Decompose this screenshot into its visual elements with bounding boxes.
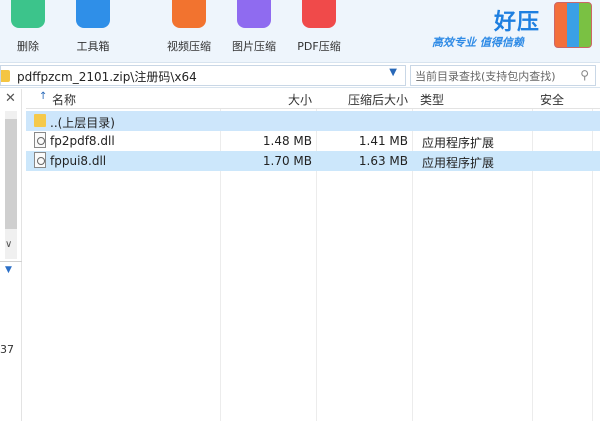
sort-up-icon: ↑: [39, 91, 48, 102]
table-row[interactable]: ..(上层目录): [26, 111, 600, 131]
path-field[interactable]: pdffpzcm_2101.zip\注册码\x64 ▼: [0, 65, 406, 86]
brand-title: 好压: [494, 10, 541, 35]
brand-logo: 好压 高效专业 值得信赖: [430, 0, 600, 58]
row-size: 1.48 MB: [262, 134, 312, 148]
scrollbar-thumb[interactable]: [5, 119, 17, 229]
close-icon[interactable]: ✕: [5, 91, 16, 106]
delete-label: 删除: [17, 40, 39, 53]
image-compress-label: 图片压缩: [232, 40, 276, 53]
toolbox-icon: [76, 0, 110, 28]
video-play-icon: [172, 0, 206, 28]
row-packed-size: 1.41 MB: [358, 134, 408, 148]
row-name: ..(上层目录): [50, 116, 115, 130]
table-row[interactable]: fp2pdf8.dll 1.48 MB 1.41 MB 应用程序扩展: [26, 131, 600, 151]
image-icon: [237, 0, 271, 28]
path-text: pdffpzcm_2101.zip\注册码\x64: [17, 70, 197, 84]
left-panel-number: 37: [0, 343, 14, 356]
left-panel: ✕ ∨ ▼ 37: [0, 89, 22, 421]
row-type: 应用程序扩展: [422, 136, 495, 150]
column-security[interactable]: 安全: [540, 91, 564, 108]
folder-icon: [34, 114, 46, 127]
pdf-compress-button[interactable]: PDF压缩: [290, 0, 348, 58]
column-type[interactable]: 类型: [420, 91, 444, 108]
video-compress-button[interactable]: 视频压缩: [160, 0, 218, 58]
image-compress-button[interactable]: 图片压缩: [225, 0, 283, 58]
column-packed-size[interactable]: 压缩后大小: [322, 91, 408, 108]
video-compress-label: 视频压缩: [167, 40, 211, 53]
row-type: 应用程序扩展: [422, 156, 495, 170]
archive-box-icon: [554, 2, 592, 48]
expand-triangle-icon[interactable]: ▼: [5, 265, 12, 275]
table-header: ↑ 名称 大小 压缩后大小 类型 安全: [26, 89, 600, 109]
divider: [0, 261, 22, 262]
delete-button[interactable]: 删除: [6, 0, 50, 58]
search-placeholder: 当前目录查找(支持包内查找): [415, 70, 556, 83]
scrollbar[interactable]: [5, 111, 17, 259]
toolbar: 删除 工具箱 视频压缩 图片压缩 PDF压缩 好压 高效专业 值得信赖: [0, 0, 600, 62]
dll-file-icon: [34, 132, 46, 148]
chevron-down-icon[interactable]: ∨: [5, 239, 12, 250]
row-name: fppui8.dll: [50, 154, 107, 168]
file-table: ↑ 名称 大小 压缩后大小 类型 安全 ..(上层目录) fp2pdf8.dll…: [26, 89, 600, 421]
search-icon[interactable]: ⚲: [580, 68, 589, 82]
column-size[interactable]: 大小: [276, 91, 312, 108]
brand-slogan: 高效专业 值得信赖: [432, 36, 524, 49]
toolbox-label: 工具箱: [76, 40, 110, 53]
pdf-icon: [302, 0, 336, 28]
folder-icon: [1, 70, 10, 82]
chevron-down-icon[interactable]: ▼: [389, 67, 397, 78]
toolbox-button[interactable]: 工具箱: [70, 0, 116, 58]
column-name[interactable]: 名称: [52, 91, 76, 108]
row-packed-size: 1.63 MB: [358, 154, 408, 168]
address-bar: pdffpzcm_2101.zip\注册码\x64 ▼ 当前目录查找(支持包内查…: [0, 62, 600, 88]
recycle-icon: [11, 0, 45, 28]
search-input[interactable]: 当前目录查找(支持包内查找) ⚲: [410, 65, 596, 86]
row-name: fp2pdf8.dll: [50, 134, 115, 148]
row-size: 1.70 MB: [262, 154, 312, 168]
pdf-compress-label: PDF压缩: [297, 40, 341, 53]
dll-file-icon: [34, 152, 46, 168]
table-row[interactable]: fppui8.dll 1.70 MB 1.63 MB 应用程序扩展: [26, 151, 600, 171]
